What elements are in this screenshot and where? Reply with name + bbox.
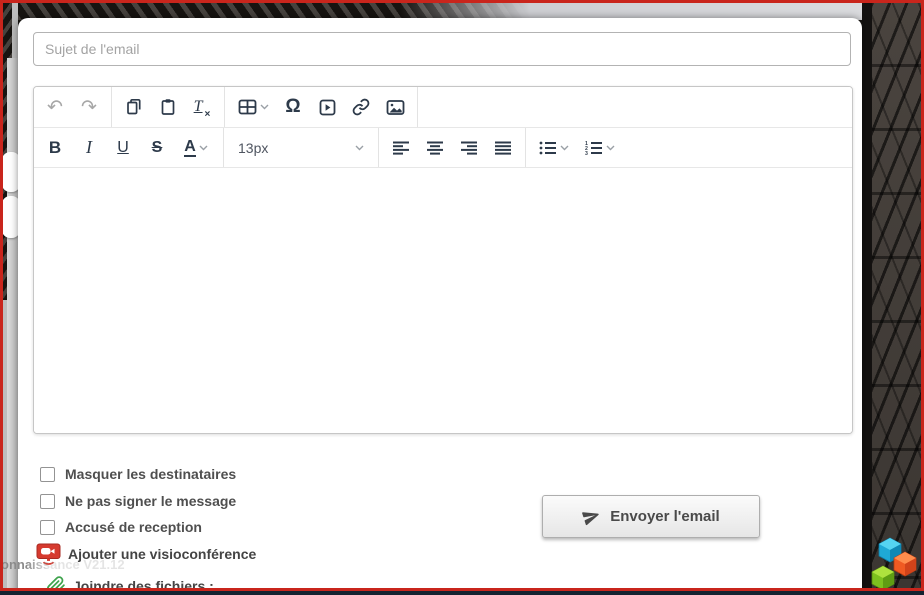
editor-toolbar-row-2: B I U S A 13px: [34, 128, 852, 168]
bulleted-list-icon: [539, 141, 557, 155]
bold-icon: B: [49, 138, 61, 158]
redo-button[interactable]: ↷: [72, 87, 106, 127]
remove-format-icon: T: [194, 98, 203, 116]
chevron-down-icon: [355, 145, 364, 151]
insert-media-icon: [319, 99, 336, 116]
remove-format-button[interactable]: T ×: [185, 87, 219, 127]
align-justify-button[interactable]: [486, 128, 520, 167]
chevron-down-icon: [199, 145, 208, 151]
toolbar-separator: [525, 128, 526, 167]
checkbox[interactable]: [40, 467, 55, 482]
toolbar-separator: [378, 128, 379, 167]
italic-icon: I: [86, 137, 92, 158]
align-center-icon: [426, 141, 444, 155]
option-label: Accusé de reception: [65, 519, 202, 535]
link-icon: [352, 98, 370, 116]
bottom-navy-bar: [0, 591, 924, 595]
page-edge-strip: [7, 58, 18, 591]
rich-text-editor: ↶ ↷: [33, 86, 853, 434]
insert-image-button[interactable]: [378, 87, 412, 127]
strikethrough-button[interactable]: S: [140, 128, 174, 167]
editor-content-area[interactable]: [34, 168, 852, 433]
strikethrough-icon: S: [152, 139, 163, 157]
compose-email-panel: ↶ ↷: [18, 18, 862, 595]
numbered-list-icon: 1 2 3: [585, 141, 603, 155]
numbered-list-button[interactable]: 1 2 3: [577, 128, 623, 167]
chevron-down-icon: [606, 145, 615, 151]
svg-text:3: 3: [585, 151, 588, 155]
insert-table-icon: [238, 99, 257, 115]
background-sky-fade: [400, 0, 866, 20]
option-hide-recipients[interactable]: Masquer les destinataires: [40, 466, 236, 482]
app-logo-icon: [869, 536, 917, 590]
font-size-dropdown[interactable]: 13px: [229, 128, 373, 167]
send-email-label: Envoyer l'email: [610, 508, 719, 525]
chevron-down-icon: [260, 104, 269, 110]
checkbox[interactable]: [40, 494, 55, 509]
background-building-right: [862, 0, 924, 595]
copy-button[interactable]: [117, 87, 151, 127]
toolbar-separator: [224, 87, 225, 127]
toolbar-separator: [111, 87, 112, 127]
insert-image-icon: [386, 99, 405, 116]
option-label: Masquer les destinataires: [65, 466, 236, 482]
bold-button[interactable]: B: [38, 128, 72, 167]
remove-format-x: ×: [205, 109, 211, 127]
undo-button[interactable]: ↶: [38, 87, 72, 127]
option-label: Ne pas signer le message: [65, 493, 236, 509]
align-right-icon: [460, 141, 478, 155]
font-size-value: 13px: [238, 140, 268, 156]
option-read-receipt[interactable]: Accusé de reception: [40, 519, 202, 535]
subject-input[interactable]: [33, 32, 851, 66]
insert-media-button[interactable]: [310, 87, 344, 127]
align-center-button[interactable]: [418, 128, 452, 167]
editor-toolbar-row-1: ↶ ↷: [34, 87, 852, 128]
version-watermark: onnaissance V21.12: [1, 557, 125, 572]
font-color-button[interactable]: A: [174, 128, 218, 167]
paste-button[interactable]: [151, 87, 185, 127]
redo-icon: ↷: [81, 98, 97, 117]
option-no-signature[interactable]: Ne pas signer le message: [40, 493, 236, 509]
insert-table-button[interactable]: [230, 87, 276, 127]
align-left-button[interactable]: [384, 128, 418, 167]
copy-icon: [125, 98, 143, 116]
chevron-down-icon: [560, 145, 569, 151]
screen: onnaissance V21.12 ↶ ↷: [0, 0, 924, 595]
align-left-icon: [392, 141, 410, 155]
align-justify-icon: [494, 141, 512, 155]
send-icon: [582, 507, 601, 526]
special-character-button[interactable]: Ω: [276, 87, 310, 127]
bulleted-list-button[interactable]: [531, 128, 577, 167]
toolbar-separator: [223, 128, 224, 167]
checkbox[interactable]: [40, 520, 55, 535]
underline-button[interactable]: U: [106, 128, 140, 167]
toolbar-separator: [417, 87, 418, 127]
special-character-icon: Ω: [285, 96, 300, 118]
paste-icon: [159, 98, 177, 116]
building-facade: [872, 0, 921, 595]
undo-icon: ↶: [47, 98, 63, 117]
send-email-button[interactable]: Envoyer l'email: [542, 495, 760, 538]
link-button[interactable]: [344, 87, 378, 127]
align-right-button[interactable]: [452, 128, 486, 167]
font-color-icon: A: [184, 138, 196, 158]
italic-button[interactable]: I: [72, 128, 106, 167]
underline-icon: U: [117, 139, 129, 157]
